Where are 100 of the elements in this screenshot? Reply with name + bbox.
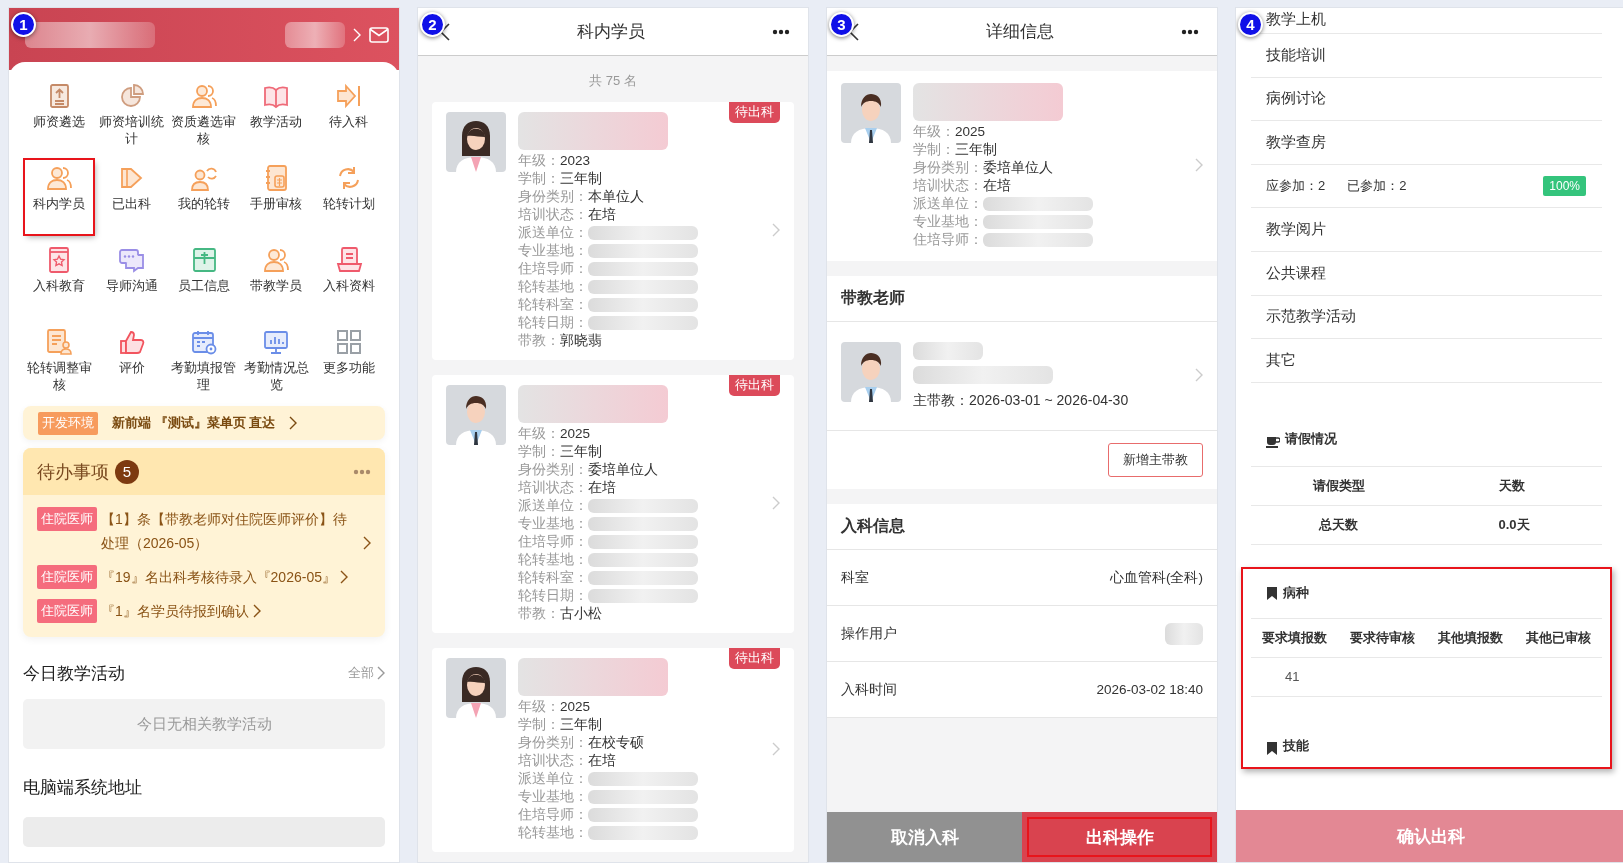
- activity-label[interactable]: 教学查房: [1266, 133, 1326, 152]
- menu-item[interactable]: 轮转计划: [312, 160, 385, 234]
- field-label: 身份类别：: [518, 188, 588, 206]
- todo-link[interactable]: 【1】条【带教老师对住院医师评价】待处理（2026-05）: [101, 507, 359, 555]
- menu-item[interactable]: 已出科: [95, 160, 168, 234]
- chevron-right-icon: [289, 416, 298, 430]
- student-card[interactable]: 年级：2025 学制：三年制 身份类别：委培单位人 培训状态：在培 派送单位： 专业基地： 住培导师： 轮转基地： 轮转科室： 轮转日期： 带教：古小松 待出科: [432, 375, 794, 633]
- field-label: 轮转基地：: [518, 551, 588, 569]
- field-value: 本单位人: [588, 188, 644, 206]
- field-label: 年级：: [913, 123, 955, 141]
- menu-item[interactable]: 员工信息: [167, 242, 241, 316]
- menu-item[interactable]: 考勤填报管理: [167, 324, 241, 398]
- section-title: 电脑端系统地址: [23, 776, 142, 799]
- avatar-figure: [446, 658, 506, 718]
- field-label: 培训状态：: [518, 206, 588, 224]
- activity-label[interactable]: 教学上机: [1266, 10, 1326, 29]
- field-value: 2023: [560, 152, 591, 170]
- menu-item[interactable]: 轮转调整审核: [23, 324, 96, 398]
- menu-item[interactable]: 带教学员: [240, 242, 313, 316]
- required-count: 应参加：2: [1266, 177, 1326, 196]
- more-icon[interactable]: [772, 28, 790, 35]
- back-icon[interactable]: [849, 22, 859, 41]
- field-label: 年级：: [518, 698, 560, 716]
- field-label: 培训状态：: [913, 177, 983, 195]
- chat-bubbles-icon: [117, 246, 146, 274]
- menu-item[interactable]: 更多功能: [312, 324, 385, 398]
- field-label: 轮转日期：: [518, 587, 588, 605]
- menu-item[interactable]: 考勤情况总览: [240, 324, 313, 398]
- field-value: 委培单位人: [983, 159, 1053, 177]
- menu-item[interactable]: 教学活动: [240, 78, 313, 152]
- menu-item[interactable]: 待入科: [312, 78, 385, 152]
- field-label: 专业基地：: [518, 515, 588, 533]
- arrow-bar-icon: [334, 82, 363, 110]
- role-tag: 住院医师: [37, 599, 97, 623]
- section-title: 技能: [1283, 736, 1309, 755]
- environment-tag: 开发环境: [38, 411, 98, 435]
- activity-label[interactable]: 教学阅片: [1266, 220, 1326, 240]
- field-label: 培训状态：: [518, 752, 588, 770]
- activity-label[interactable]: 其它: [1266, 350, 1296, 370]
- activity-label[interactable]: 病例讨论: [1266, 89, 1326, 109]
- chevron-right-icon: [377, 666, 385, 680]
- section-title: 带教老师: [827, 276, 1217, 322]
- menu-item[interactable]: 导师沟通: [95, 242, 168, 316]
- blurred-text: [285, 22, 345, 48]
- menu-item[interactable]: 师资培训统计: [95, 78, 168, 152]
- menu-item[interactable]: 评价: [95, 324, 168, 398]
- add-teacher-button[interactable]: 新增主带教: [1108, 443, 1203, 477]
- mail-icon[interactable]: [369, 27, 389, 43]
- menu-item[interactable]: 我的轮转: [167, 160, 241, 234]
- field-label: 学制：: [518, 716, 560, 734]
- field-label: 轮转日期：: [518, 314, 588, 332]
- field-label: 身份类别：: [518, 734, 588, 752]
- field-label: 住培导师：: [518, 533, 588, 551]
- step-badge: 4: [1238, 12, 1263, 37]
- grid-icon: [334, 328, 363, 356]
- field-label: 年级：: [518, 152, 560, 170]
- avatar-figure: [841, 83, 901, 143]
- field-value: 在校专硕: [588, 734, 644, 752]
- field-value: 心血管科(全科): [1110, 568, 1203, 587]
- field-label: 科室: [841, 568, 869, 587]
- menu-item[interactable]: 入科教育: [23, 242, 96, 316]
- field-value: 2026-03-02 18:40: [1096, 682, 1203, 697]
- monitor-chart-icon: [262, 328, 291, 356]
- back-icon[interactable]: [440, 22, 450, 41]
- field-value: 2025: [560, 698, 591, 716]
- menu-item[interactable]: 师资遴选: [23, 78, 96, 152]
- teacher-card[interactable]: 主带教：2026-03-01 ~ 2026-04-30: [827, 322, 1217, 430]
- field-label: 派送单位：: [913, 195, 983, 213]
- field-label: 入科时间: [841, 680, 897, 699]
- section-title: 请假情况: [1285, 429, 1337, 448]
- role-tag: 住院医师: [37, 565, 97, 589]
- field-label: 学制：: [913, 141, 955, 159]
- notice-banner[interactable]: 开发环境 新前端 『测试』菜单页 直达: [23, 406, 385, 440]
- menu-item[interactable]: 手册审核: [240, 160, 313, 234]
- discharge-button[interactable]: 出科操作: [1022, 812, 1217, 862]
- chevron-right-icon[interactable]: [353, 28, 361, 42]
- student-card[interactable]: 年级：2025 学制：三年制 身份类别：委培单位人 培训状态：在培 派送单位： 专业基地： 住培导师：: [827, 71, 1217, 261]
- table-cell: 0.0天: [1426, 505, 1602, 545]
- menu-item[interactable]: 科内学员: [25, 160, 94, 234]
- menu-item[interactable]: 入科资料: [312, 242, 385, 316]
- chevron-right-icon: [772, 223, 780, 237]
- section-title: 病种: [1283, 584, 1309, 603]
- people-icon: [262, 246, 291, 274]
- section-title: 今日教学活动: [23, 662, 125, 685]
- menu-item[interactable]: 资质遴选审核: [167, 78, 241, 152]
- field-value: 三年制: [560, 443, 602, 461]
- activity-label[interactable]: 技能培训: [1266, 45, 1326, 65]
- field-value: 在培: [983, 177, 1011, 195]
- activity-label[interactable]: 示范教学活动: [1266, 307, 1356, 327]
- todo-link[interactable]: 『1』名学员待报到确认: [101, 599, 249, 623]
- avatar-figure: [841, 342, 901, 402]
- todo-link[interactable]: 『19』名出科考核待录入『2026-05』: [101, 565, 336, 589]
- field-value: 三年制: [560, 170, 602, 188]
- activity-label[interactable]: 公共课程: [1266, 263, 1326, 283]
- field-value: 在培: [588, 752, 616, 770]
- student-card[interactable]: 年级：2025 学制：三年制 身份类别：在校专硕 培训状态：在培 派送单位： 专业基地： 住培导师： 轮转基地： 待出科: [432, 648, 794, 852]
- more-icon[interactable]: [1181, 28, 1199, 35]
- field-value: 三年制: [560, 716, 602, 734]
- chevron-right-icon: [1195, 368, 1203, 382]
- student-card[interactable]: 年级：2023 学制：三年制 身份类别：本单位人 培训状态：在培 派送单位： 专业基地： 住培导师： 轮转基地： 轮转科室： 轮转日期： 带教：郭晓翡 待出科: [432, 102, 794, 360]
